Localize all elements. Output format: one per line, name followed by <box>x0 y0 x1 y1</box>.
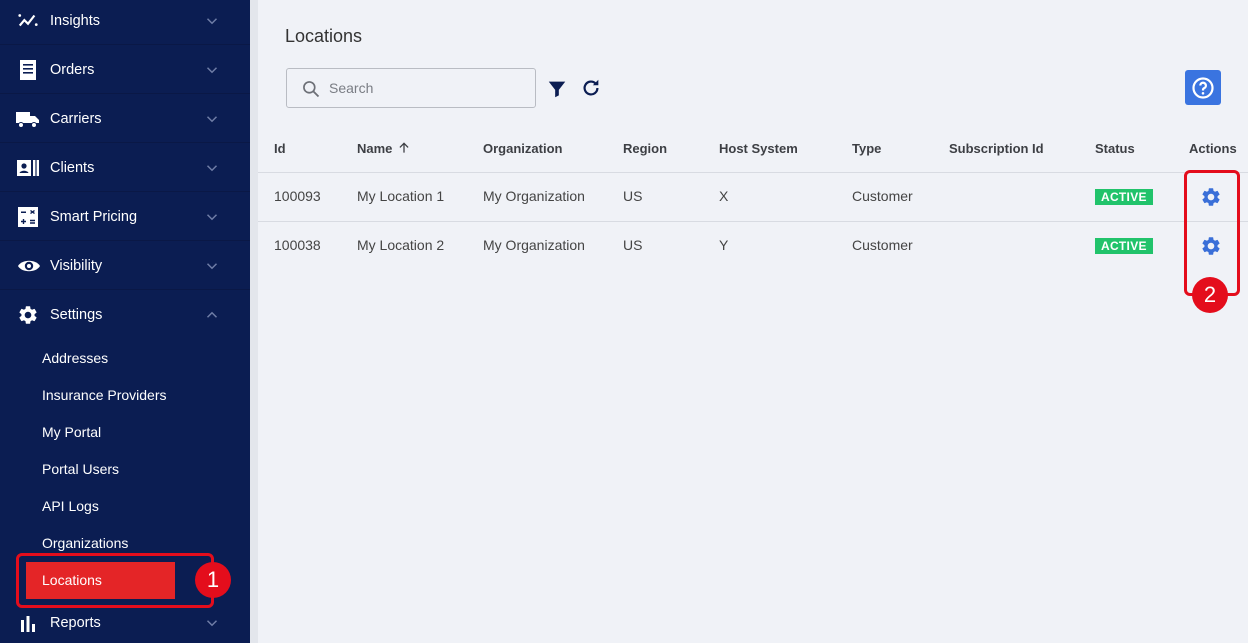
cell-type: Customer <box>852 237 913 253</box>
sidebar-item-label: Carriers <box>50 110 102 127</box>
column-header-region[interactable]: Region <box>623 141 667 156</box>
sidebar-subitem-portal-users[interactable]: Portal Users <box>42 461 119 477</box>
chevron-up-icon <box>206 311 218 318</box>
cell-id: 100093 <box>274 188 321 204</box>
chevron-down-icon <box>206 213 218 220</box>
sidebar-item-insights[interactable]: Insights <box>0 0 250 45</box>
chevron-down-icon <box>206 262 218 269</box>
sidebar-item-label: Visibility <box>50 257 103 274</box>
column-header-name[interactable]: Name <box>357 141 392 156</box>
sidebar-item-carriers[interactable]: Carriers <box>0 95 250 143</box>
table-divider <box>258 172 1248 173</box>
sidebar: Insights Orders Carriers Clients Smart P… <box>0 0 250 643</box>
column-header-status[interactable]: Status <box>1095 141 1135 156</box>
sidebar-item-orders[interactable]: Orders <box>0 46 250 94</box>
column-header-id[interactable]: Id <box>274 141 286 156</box>
sidebar-divider <box>250 0 258 643</box>
truck-icon <box>16 108 40 130</box>
bar-chart-icon <box>17 612 39 634</box>
cell-name: My Location 2 <box>357 237 445 253</box>
cell-region: US <box>623 188 643 204</box>
calculator-icon <box>17 206 39 228</box>
sidebar-item-smart-pricing[interactable]: Smart Pricing <box>0 193 250 241</box>
contact-card-icon <box>17 157 39 179</box>
sidebar-subitem-my-portal[interactable]: My Portal <box>42 424 101 440</box>
help-button[interactable] <box>1185 70 1221 105</box>
sidebar-item-settings[interactable]: Settings <box>0 291 250 339</box>
eye-icon <box>17 255 41 277</box>
main-content: Locations Id Name Organization Region Ho… <box>258 0 1248 643</box>
sidebar-subitem-api-logs[interactable]: API Logs <box>42 498 99 514</box>
chevron-down-icon <box>206 164 218 171</box>
chart-line-icon <box>17 10 39 32</box>
search-input[interactable] <box>329 77 524 99</box>
cell-organization: My Organization <box>483 237 585 253</box>
annotation-number-2: 2 <box>1192 277 1228 313</box>
sidebar-subitem-organizations[interactable]: Organizations <box>42 535 128 551</box>
sidebar-item-label: Reports <box>50 615 101 631</box>
annotation-number-1: 1 <box>195 562 231 598</box>
cell-type: Customer <box>852 188 913 204</box>
help-icon <box>1192 76 1214 99</box>
table-divider <box>258 221 1248 222</box>
column-header-type[interactable]: Type <box>852 141 881 156</box>
sidebar-item-label: Insights <box>50 12 100 29</box>
search-box[interactable] <box>286 68 536 108</box>
search-icon <box>303 81 320 98</box>
cell-host-system: Y <box>719 237 729 253</box>
sidebar-subitem-insurance-providers[interactable]: Insurance Providers <box>42 387 167 403</box>
column-header-actions: Actions <box>1189 141 1237 156</box>
sidebar-subitem-addresses[interactable]: Addresses <box>42 350 108 366</box>
status-badge: ACTIVE <box>1095 189 1153 205</box>
filter-icon[interactable] <box>546 78 568 100</box>
chevron-down-icon <box>206 115 218 122</box>
annotation-highlight-locations <box>16 553 214 608</box>
sidebar-item-label: Smart Pricing <box>50 208 138 225</box>
cell-name: My Location 1 <box>357 188 445 204</box>
gear-icon <box>17 304 39 326</box>
sidebar-item-visibility[interactable]: Visibility <box>0 242 250 290</box>
sidebar-item-label: Settings <box>50 307 103 323</box>
status-badge: ACTIVE <box>1095 238 1153 254</box>
sidebar-item-label: Orders <box>50 61 95 78</box>
column-header-subscription-id[interactable]: Subscription Id <box>949 141 1044 156</box>
sort-ascending-icon[interactable] <box>397 141 411 155</box>
chevron-down-icon <box>206 17 218 24</box>
receipt-icon <box>17 59 39 81</box>
sidebar-item-label: Clients <box>50 159 95 176</box>
chevron-down-icon <box>206 620 218 627</box>
chevron-down-icon <box>206 66 218 73</box>
cell-region: US <box>623 237 643 253</box>
page-title: Locations <box>285 26 363 46</box>
column-header-host-system[interactable]: Host System <box>719 141 798 156</box>
column-header-organization[interactable]: Organization <box>483 141 562 156</box>
refresh-icon[interactable] <box>580 77 602 99</box>
cell-id: 100038 <box>274 237 321 253</box>
sidebar-item-clients[interactable]: Clients <box>0 144 250 192</box>
cell-organization: My Organization <box>483 188 585 204</box>
cell-host-system: X <box>719 188 729 204</box>
